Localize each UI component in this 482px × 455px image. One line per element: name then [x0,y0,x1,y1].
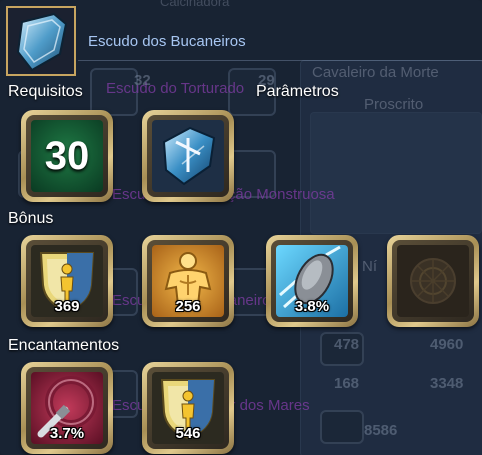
level-requirement-value: 30 [44,134,90,178]
section-parameters: Parâmetros [256,83,339,100]
item-icon-frame [6,6,76,76]
enchantment-slot-defense[interactable]: 546 [142,362,234,454]
enchantment-slot-attack[interactable]: 3.7% [21,362,113,454]
bonus-slot-block[interactable]: 3.8% [266,235,358,327]
bonus-value: 256 [175,298,201,315]
section-requirements: Requisitos [8,83,83,100]
level-requirement-slot: 30 [21,110,113,202]
shield-icon [16,12,68,72]
parameter-slot[interactable] [142,110,234,202]
enchantment-value: 3.7% [49,425,85,442]
bonus-slot-rune[interactable] [387,235,479,327]
header-divider [78,60,482,61]
bonus-slot-defense[interactable]: 369 [21,235,113,327]
bonus-slot-body[interactable]: 256 [142,235,234,327]
bonus-value: 3.8% [294,298,330,315]
enchantment-value: 546 [175,425,201,442]
item-title: Escudo dos Bucaneiros [88,33,246,50]
crystal-shield-icon [162,126,216,186]
rune-stone-icon [410,258,456,304]
section-enchantments: Encantamentos [8,337,120,354]
bonus-value: 369 [54,298,80,315]
section-bonus: Bônus [8,210,54,227]
